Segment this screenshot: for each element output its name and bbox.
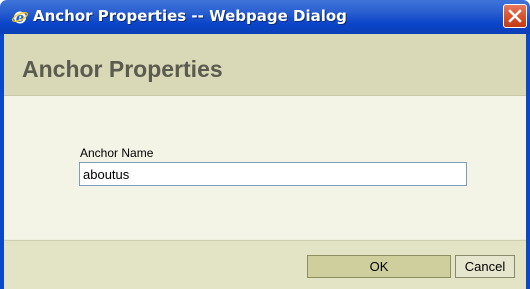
anchor-name-label: Anchor Name <box>80 146 154 160</box>
dialog-heading: Anchor Properties <box>22 56 223 82</box>
close-button[interactable] <box>503 4 527 28</box>
ie-icon: e <box>11 9 29 26</box>
cancel-button[interactable]: Cancel <box>455 255 515 278</box>
ok-button[interactable]: OK <box>307 255 451 278</box>
close-icon <box>508 9 522 23</box>
anchor-name-input[interactable] <box>79 162 467 186</box>
window-title: Anchor Properties -- Webpage Dialog <box>33 7 347 25</box>
window-titlebar[interactable]: e Anchor Properties -- Webpage Dialog <box>0 0 530 34</box>
